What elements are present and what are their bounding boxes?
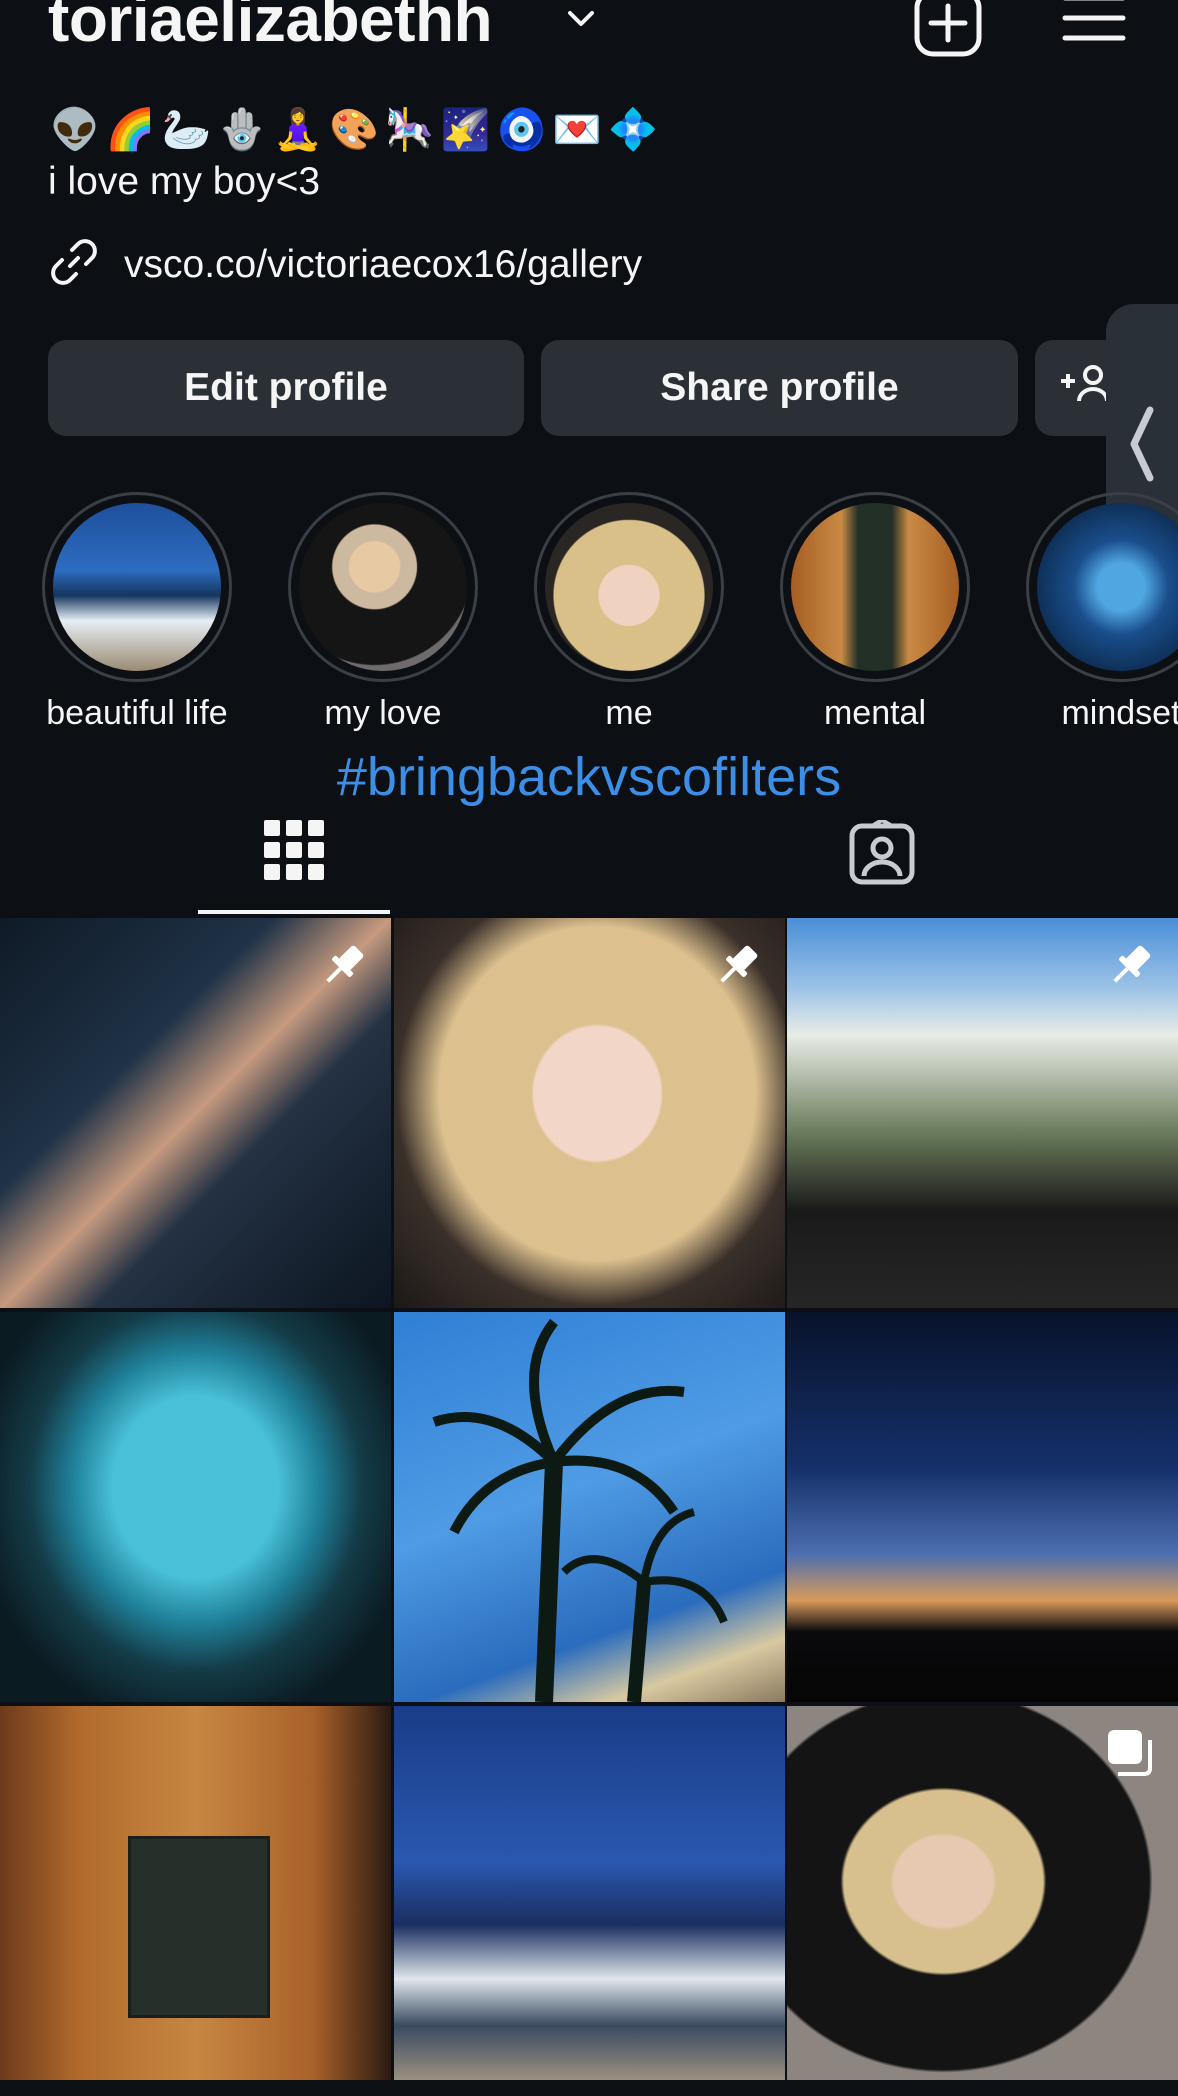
highlight-label: mental — [823, 694, 927, 732]
post-tile[interactable] — [787, 1312, 1178, 1702]
link-icon — [48, 236, 100, 293]
palm-silhouette — [431, 1318, 728, 1702]
carousel-icon — [1104, 1726, 1158, 1785]
bio-link-text[interactable]: vsco.co/victoriaecox16/gallery — [124, 243, 642, 287]
post-tile[interactable] — [0, 1706, 391, 2096]
pin-icon — [317, 938, 371, 997]
bio-text: i love my boy<3 — [48, 160, 321, 203]
highlight-beautiful-life[interactable] — [42, 492, 232, 682]
bottom-edge — [0, 2080, 1178, 2096]
tagged-person-icon[interactable] — [848, 817, 916, 891]
highlight-label: beautiful life — [46, 694, 228, 732]
active-tab-indicator — [198, 910, 390, 914]
highlight-label: me — [605, 694, 653, 732]
door-sign — [128, 1836, 270, 2018]
pin-icon — [711, 938, 765, 997]
post-tile[interactable] — [0, 1312, 391, 1702]
post-tile[interactable] — [393, 1706, 785, 2096]
post-tile[interactable] — [393, 1312, 785, 1702]
bio-link[interactable]: vsco.co/victoriaecox16/gallery — [48, 236, 642, 293]
share-profile-button[interactable]: Share profile — [541, 340, 1018, 436]
highlight-my-love[interactable] — [288, 492, 478, 682]
highlight-mental[interactable] — [780, 492, 970, 682]
post-grid — [0, 918, 1178, 2096]
bio-emojis: 👽🌈🦢🪬🧘‍♀️🎨🎠🌠🧿💌💠 — [50, 108, 664, 152]
plus-square-icon[interactable] — [912, 0, 986, 63]
chevron-down-icon[interactable] — [566, 4, 596, 39]
highlight-mindset[interactable] — [1026, 492, 1178, 682]
hashtag-text[interactable]: #bringbackvscofilters — [0, 746, 1178, 808]
highlight-me[interactable] — [534, 492, 724, 682]
edit-profile-button[interactable]: Edit profile — [48, 340, 524, 436]
pin-icon — [1104, 938, 1158, 997]
post-tile[interactable] — [0, 918, 391, 1308]
post-tile[interactable] — [787, 1706, 1178, 2096]
chevron-left-icon — [1126, 404, 1156, 489]
post-tile[interactable] — [393, 918, 785, 1308]
highlight-label: my love — [324, 694, 442, 732]
profile-username[interactable]: toriaelizabethh — [48, 0, 493, 56]
grid-icon[interactable] — [262, 818, 326, 887]
hamburger-menu-icon[interactable] — [1062, 0, 1126, 55]
add-person-icon — [1059, 361, 1111, 415]
post-tile[interactable] — [787, 918, 1178, 1308]
highlight-label: mindset — [1061, 694, 1178, 732]
